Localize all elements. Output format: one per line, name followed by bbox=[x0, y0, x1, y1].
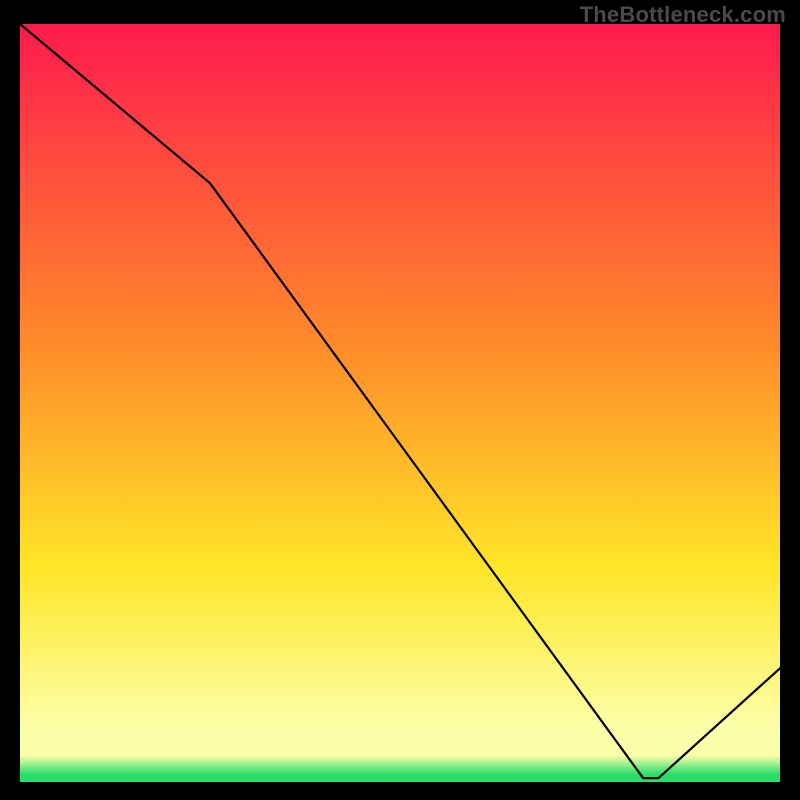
plot-background bbox=[20, 24, 780, 782]
line-chart bbox=[0, 0, 800, 800]
chart-stage: TheBottleneck.com bbox=[0, 0, 800, 800]
watermark-text: TheBottleneck.com bbox=[580, 2, 786, 28]
